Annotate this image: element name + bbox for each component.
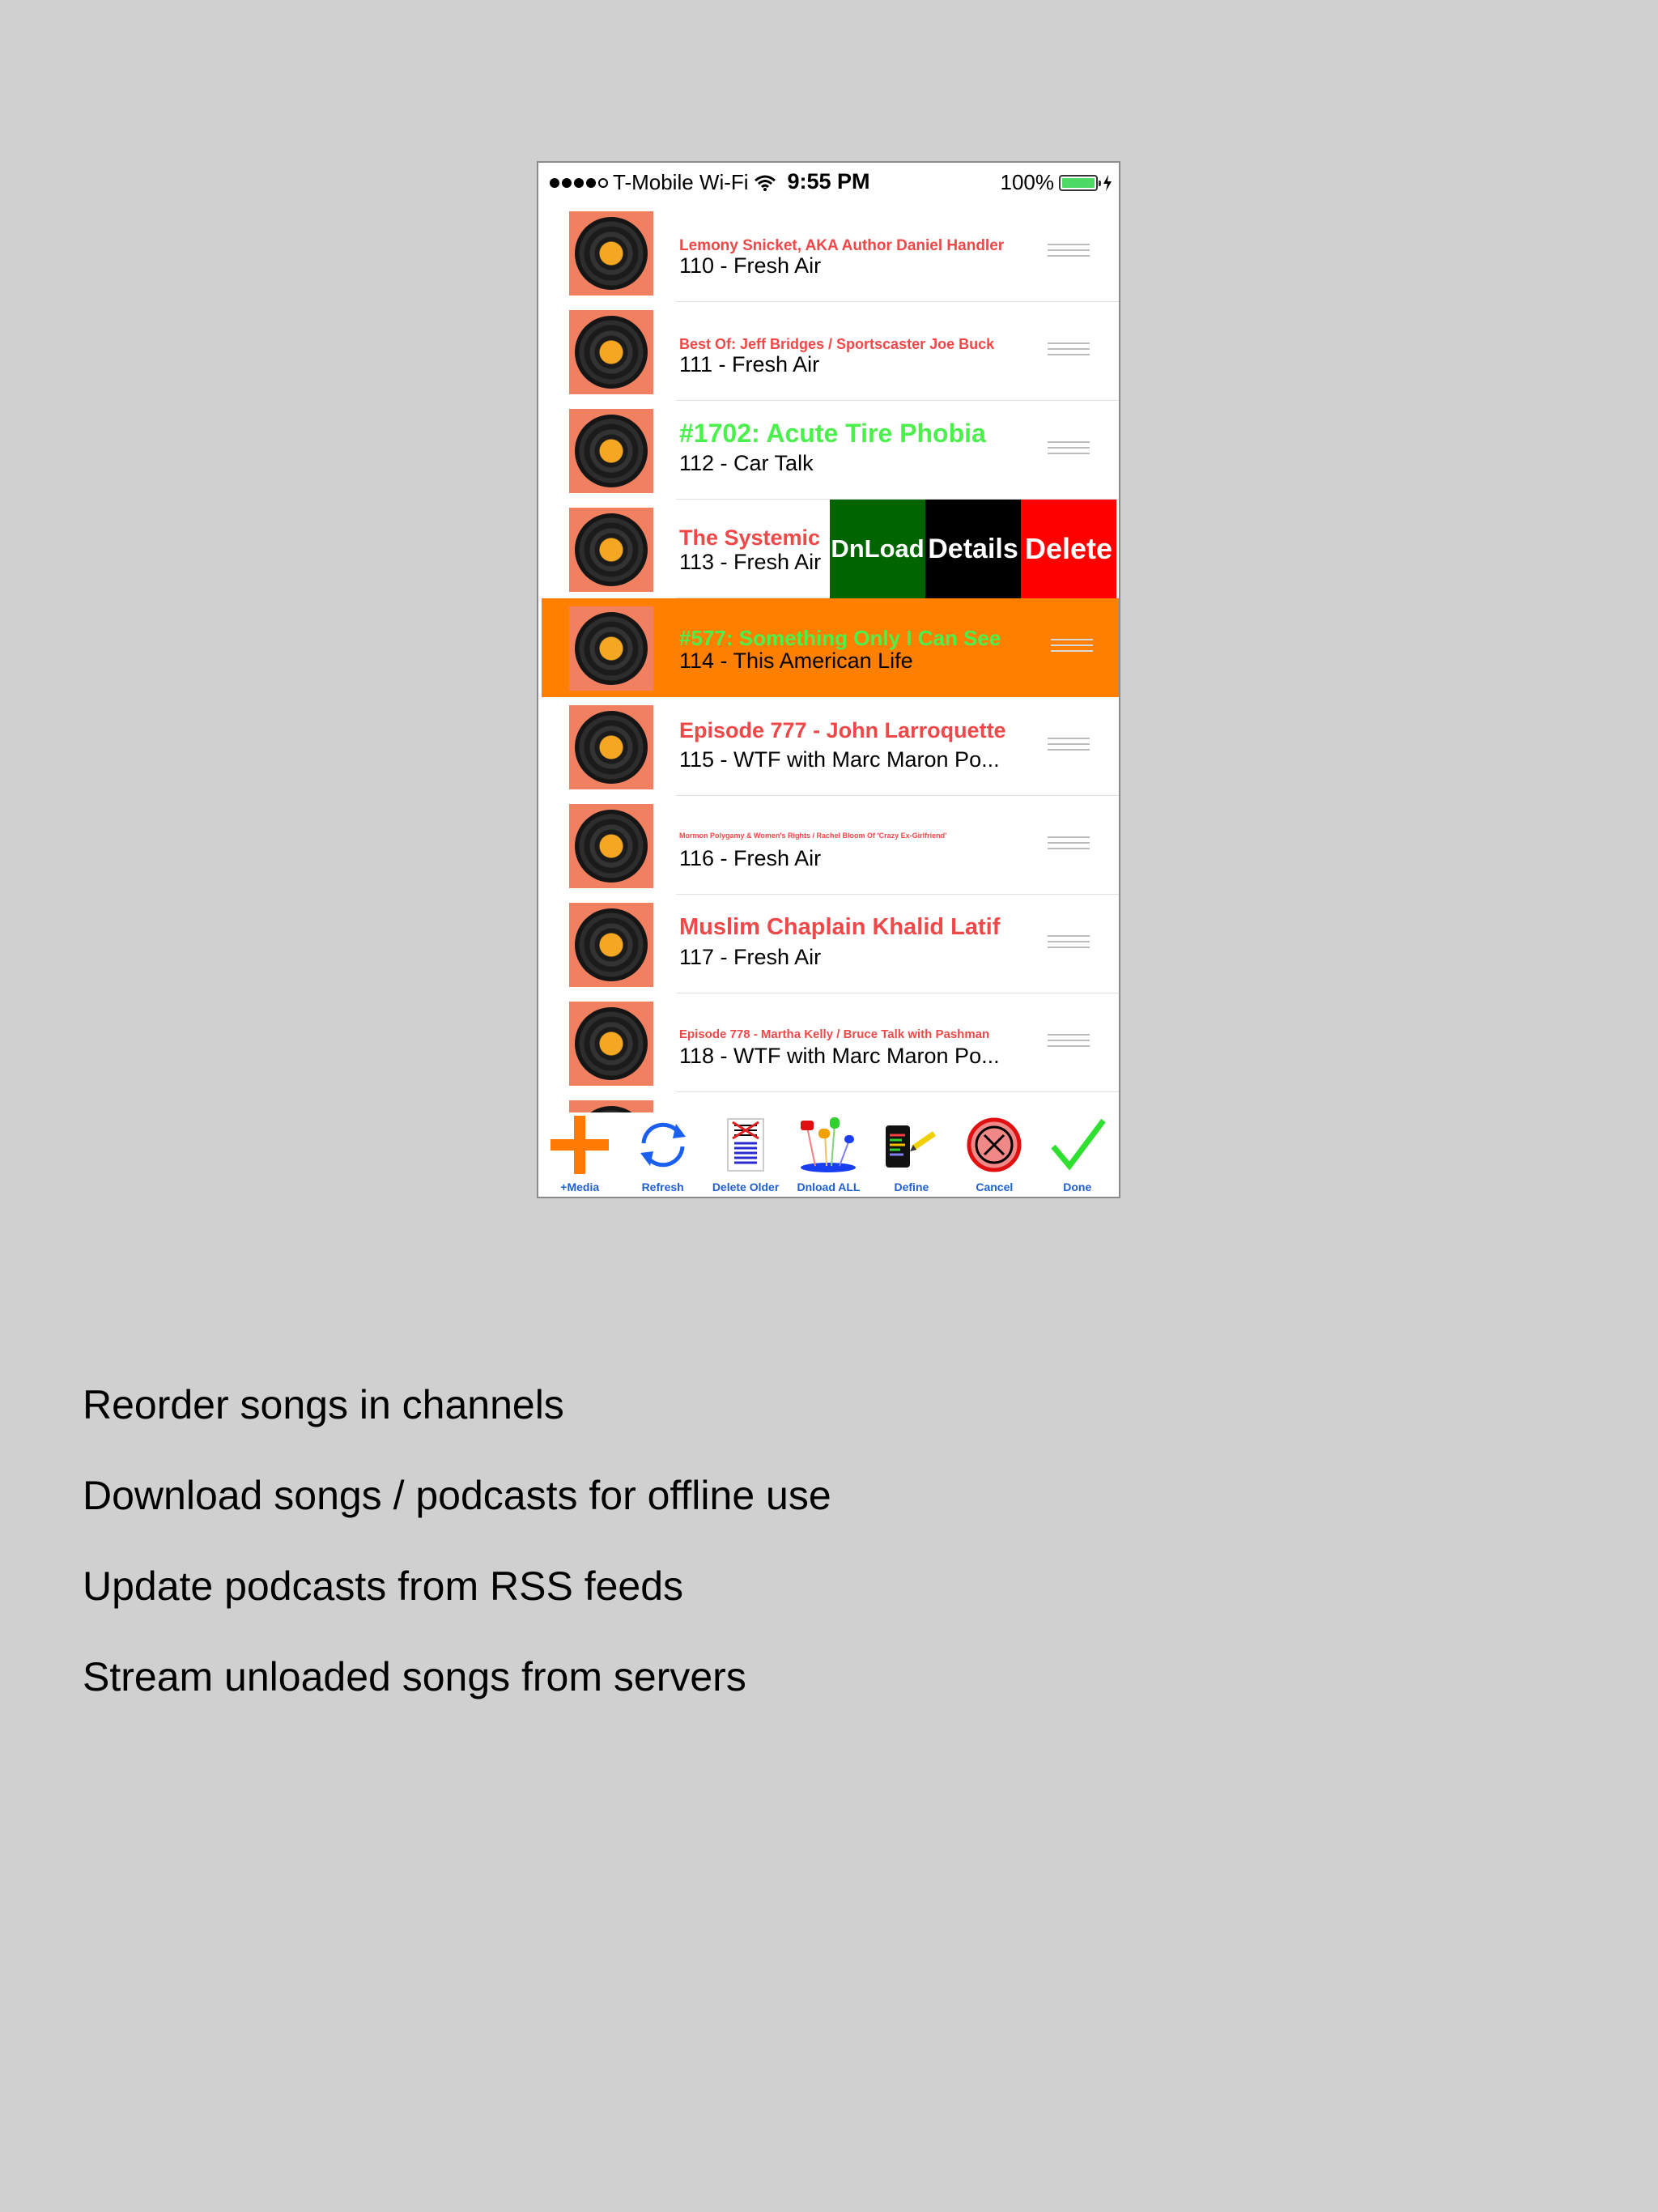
album-art-icon [569, 606, 653, 691]
reorder-handle-icon[interactable] [1048, 935, 1090, 952]
refresh-button[interactable]: Refresh [621, 1112, 704, 1197]
delete-older-button[interactable]: Delete Older [704, 1112, 787, 1197]
details-button[interactable]: Details [925, 500, 1021, 598]
list-item[interactable]: Muslim Chaplain Khalid Latif 117 - Fresh… [538, 895, 1119, 993]
reorder-handle-icon[interactable] [1048, 441, 1090, 458]
song-title: Best Of: Jeff Bridges / Sportscaster Joe… [679, 336, 995, 352]
song-title: Episode 777 - John Larroquette [679, 718, 1006, 742]
add-media-button[interactable]: +Media [538, 1112, 621, 1197]
battery-icon [1059, 174, 1101, 191]
list-item[interactable]: Mormon Polygamy & Women's Rights / Rache… [538, 796, 1119, 895]
status-bar: T-Mobile Wi-Fi 9:55 PM 100% [538, 163, 1119, 203]
refresh-icon [631, 1116, 695, 1174]
album-art-icon [569, 804, 653, 888]
list-item-swiped[interactable]: The Systemic 113 - Fresh Air DnLoad Deta… [538, 500, 1119, 598]
album-art-icon [569, 903, 653, 987]
album-art-icon [569, 705, 653, 789]
done-button[interactable]: Done [1036, 1112, 1119, 1197]
song-subtitle: 118 - WTF with Marc Maron Po... [679, 1044, 1000, 1068]
feature-caption: Update podcasts from RSS feeds [83, 1563, 684, 1609]
plus-icon [547, 1116, 612, 1174]
song-title: Episode 778 - Martha Kelly / Bruce Talk … [679, 1027, 990, 1041]
battery-percent: 100% [1000, 170, 1055, 194]
song-subtitle: 110 - Fresh Air [679, 253, 822, 278]
song-title: Muslim Chaplain Khalid Latif [679, 914, 1001, 940]
reorder-handle-icon[interactable] [1048, 1034, 1090, 1051]
song-subtitle: 114 - This American Life [679, 649, 913, 673]
list-item-selected[interactable]: #577: Something Only I Can See 114 - Thi… [542, 598, 1119, 697]
download-button[interactable]: DnLoad [830, 500, 925, 598]
define-button[interactable]: Define [870, 1112, 953, 1197]
cancel-button[interactable]: Cancel [953, 1112, 1035, 1197]
list-item[interactable]: Episode 778 - Martha Kelly / Bruce Talk … [538, 993, 1119, 1092]
reorder-handle-icon[interactable] [1048, 836, 1090, 853]
download-all-button[interactable]: Dnload ALL [787, 1112, 869, 1197]
album-art-icon [569, 508, 653, 592]
list-item[interactable]: Lemony Snicket, AKA Author Daniel Handle… [538, 203, 1119, 302]
song-title: #577: Something Only I Can See [679, 626, 1001, 650]
reorder-handle-icon[interactable] [1048, 244, 1090, 261]
song-subtitle: 115 - WTF with Marc Maron Po... [679, 747, 1000, 772]
charging-icon [1103, 174, 1112, 191]
album-art-icon [569, 1002, 653, 1086]
checkmark-icon [1045, 1116, 1110, 1174]
cancel-icon [962, 1116, 1027, 1174]
song-subtitle: 117 - Fresh Air [679, 945, 822, 969]
delete-button[interactable]: Delete [1021, 500, 1116, 598]
phone-screen: T-Mobile Wi-Fi 9:55 PM 100% Lemony Snick… [537, 161, 1120, 1198]
list-item[interactable]: #1702: Acute Tire Phobia 112 - Car Talk [538, 401, 1119, 500]
bottom-toolbar: +Media Refresh Delete Older Dnload ALL D… [538, 1112, 1119, 1197]
song-subtitle: 111 - Fresh Air [679, 352, 820, 376]
delete-older-icon [713, 1116, 778, 1174]
download-all-icon [796, 1116, 861, 1174]
reorder-handle-icon[interactable] [1048, 738, 1090, 755]
define-icon [879, 1116, 944, 1174]
song-subtitle: 112 - Car Talk [679, 451, 814, 475]
song-title: Mormon Polygamy & Women's Rights / Rache… [679, 832, 947, 840]
swipe-actions: DnLoad Details Delete [830, 500, 1116, 598]
album-art-icon [569, 409, 653, 493]
song-subtitle: 116 - Fresh Air [679, 846, 822, 870]
song-title: Lemony Snicket, AKA Author Daniel Handle… [679, 237, 1005, 254]
song-title: #1702: Acute Tire Phobia [679, 419, 986, 448]
song-subtitle: 113 - Fresh Air [679, 550, 822, 574]
feature-caption: Stream unloaded songs from servers [83, 1654, 746, 1699]
album-art-icon [569, 211, 653, 296]
album-art-icon [569, 310, 653, 394]
reorder-handle-icon[interactable] [1051, 639, 1093, 656]
feature-caption: Download songs / podcasts for offline us… [83, 1473, 831, 1518]
feature-caption: Reorder songs in channels [83, 1382, 564, 1427]
list-item[interactable]: Best Of: Jeff Bridges / Sportscaster Joe… [538, 302, 1119, 401]
list-item[interactable]: Episode 777 - John Larroquette 115 - WTF… [538, 697, 1119, 796]
song-title: The Systemic [679, 525, 821, 550]
reorder-handle-icon[interactable] [1048, 342, 1090, 359]
